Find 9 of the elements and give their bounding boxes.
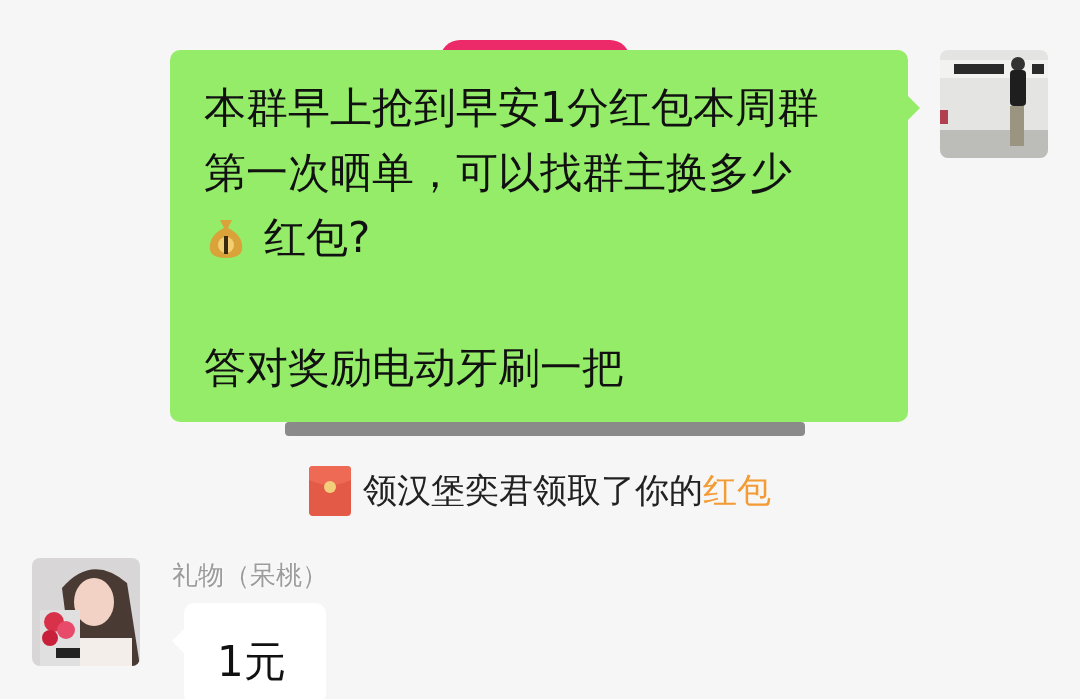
message-text: 答对奖励电动牙刷一把 [204, 342, 624, 394]
system-notice: 领汉堡奕君领取了你的红包 [363, 469, 771, 512]
message-text: 红包? [264, 212, 371, 264]
packet-link[interactable]: 红包 [703, 470, 771, 510]
message-text: 1元 [217, 636, 286, 688]
envelope-icon [309, 466, 351, 516]
sender-name: 礼物（呆桃） [172, 559, 328, 592]
message-text: 本群早上抢到早安1分红包本周群 [204, 82, 819, 134]
message-text: 第一次晒单，可以找群主换多少 [204, 147, 792, 199]
